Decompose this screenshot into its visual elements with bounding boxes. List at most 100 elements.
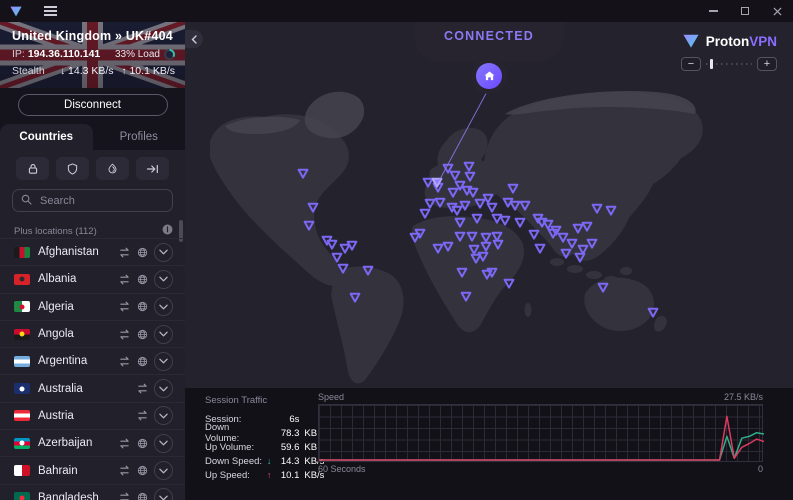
map-area: CONNECTED ProtonVPN − + Session Traf: [185, 22, 793, 500]
server-title: United Kingdom » UK#404: [12, 29, 175, 43]
home-button[interactable]: [476, 63, 502, 89]
country-row[interactable]: Algeria: [0, 293, 185, 320]
globe-icon[interactable]: [135, 301, 149, 312]
swap-icon[interactable]: [117, 329, 131, 340]
country-row[interactable]: Albania: [0, 265, 185, 292]
minimize-button[interactable]: [697, 0, 729, 22]
globe-icon[interactable]: [135, 329, 149, 340]
server-marker[interactable]: [345, 239, 359, 257]
server-marker[interactable]: [455, 266, 469, 284]
expand-chevron-button[interactable]: [154, 297, 173, 316]
home-icon: [484, 71, 495, 81]
swap-icon[interactable]: [117, 492, 131, 500]
swap-icon[interactable]: [135, 383, 149, 394]
country-row[interactable]: Azerbaijan: [0, 429, 185, 456]
country-row[interactable]: Bangladesh: [0, 484, 185, 500]
server-marker[interactable]: [646, 306, 660, 324]
swap-icon[interactable]: [117, 356, 131, 367]
country-flag-icon: [14, 247, 30, 258]
maximize-button[interactable]: [729, 0, 761, 22]
down-arrow-icon: ↓: [60, 66, 65, 77]
expand-chevron-button[interactable]: [154, 325, 173, 344]
sidebar: United Kingdom » UK#404 IP: 194.36.110.1…: [0, 22, 185, 500]
server-marker[interactable]: [549, 224, 563, 242]
swap-icon[interactable]: [117, 301, 131, 312]
server-marker[interactable]: [348, 291, 362, 309]
server-marker[interactable]: [590, 202, 604, 220]
tab-profiles[interactable]: Profiles: [93, 124, 186, 150]
swap-icon[interactable]: [117, 274, 131, 285]
country-row[interactable]: Australia: [0, 374, 185, 401]
search-input[interactable]: [38, 194, 184, 208]
server-marker[interactable]: [596, 281, 610, 299]
server-marker[interactable]: [459, 290, 473, 308]
filter-secure-core-button[interactable]: [16, 157, 49, 180]
globe-icon[interactable]: [135, 356, 149, 367]
globe-icon[interactable]: [135, 465, 149, 476]
swap-icon[interactable]: [117, 465, 131, 476]
server-marker[interactable]: [513, 216, 527, 234]
server-marker[interactable]: [533, 242, 547, 260]
swap-icon[interactable]: [117, 438, 131, 449]
country-row[interactable]: Afghanistan: [0, 238, 185, 265]
country-row[interactable]: Argentina: [0, 347, 185, 374]
country-flag-icon: [14, 274, 30, 285]
country-row[interactable]: Angola: [0, 320, 185, 347]
expand-chevron-button[interactable]: [154, 379, 173, 398]
swap-icon[interactable]: [135, 410, 149, 421]
collapse-sidebar-button[interactable]: [185, 30, 203, 48]
expand-chevron-button[interactable]: [154, 243, 173, 262]
country-flag-icon: [14, 301, 30, 312]
expand-chevron-button[interactable]: [154, 406, 173, 425]
globe-icon[interactable]: [135, 492, 149, 500]
protonvpn-window: United Kingdom » UK#404 IP: 194.36.110.1…: [0, 0, 793, 500]
session-stat-row: Up Speed:↑10.1KB/s: [205, 468, 327, 482]
filter-tor-button[interactable]: [96, 157, 129, 180]
info-icon[interactable]: [162, 224, 173, 238]
server-marker[interactable]: [336, 262, 350, 280]
tab-countries[interactable]: Countries: [0, 124, 93, 150]
server-marker[interactable]: [576, 243, 590, 261]
expand-chevron-button[interactable]: [154, 434, 173, 453]
server-marker[interactable]: [361, 264, 375, 282]
connected-server-marker[interactable]: [430, 176, 444, 194]
globe-icon[interactable]: [135, 247, 149, 258]
server-marker[interactable]: [470, 212, 484, 230]
filter-shield-button[interactable]: [56, 157, 89, 180]
chart-xlabel: 60 Seconds: [318, 464, 366, 474]
connection-status: CONNECTED: [414, 29, 564, 43]
zoom-slider[interactable]: [706, 59, 752, 69]
close-button[interactable]: [761, 0, 793, 22]
zoom-in-button[interactable]: +: [757, 57, 777, 71]
server-marker[interactable]: [604, 204, 618, 222]
globe-icon[interactable]: [135, 438, 149, 449]
menu-icon[interactable]: [37, 2, 63, 20]
expand-chevron-button[interactable]: [154, 461, 173, 480]
zoom-slider-thumb[interactable]: [710, 59, 713, 69]
expand-chevron-button[interactable]: [154, 270, 173, 289]
country-flag-icon: [14, 492, 30, 500]
expand-chevron-button[interactable]: [154, 352, 173, 371]
server-marker[interactable]: [296, 167, 310, 185]
server-marker[interactable]: [518, 199, 532, 217]
session-stat-row: Up Volume:59.6KB: [205, 440, 327, 454]
filter-p2p-button[interactable]: [136, 157, 169, 180]
country-row[interactable]: Bahrain: [0, 456, 185, 483]
swap-icon[interactable]: [117, 247, 131, 258]
session-traffic-title: Session Traffic: [205, 395, 327, 406]
server-marker[interactable]: [408, 231, 422, 249]
disconnect-button[interactable]: Disconnect: [18, 94, 168, 116]
zoom-out-button[interactable]: −: [681, 57, 701, 71]
server-marker[interactable]: [302, 219, 316, 237]
load-ring: [164, 49, 175, 60]
server-marker[interactable]: [418, 207, 432, 225]
server-marker[interactable]: [491, 238, 505, 256]
country-row[interactable]: Austria: [0, 402, 185, 429]
server-marker[interactable]: [580, 220, 594, 238]
globe-icon[interactable]: [135, 274, 149, 285]
server-marker[interactable]: [306, 201, 320, 219]
expand-chevron-button[interactable]: [154, 488, 173, 500]
server-marker[interactable]: [559, 247, 573, 265]
server-marker[interactable]: [485, 266, 499, 284]
server-marker[interactable]: [502, 277, 516, 295]
